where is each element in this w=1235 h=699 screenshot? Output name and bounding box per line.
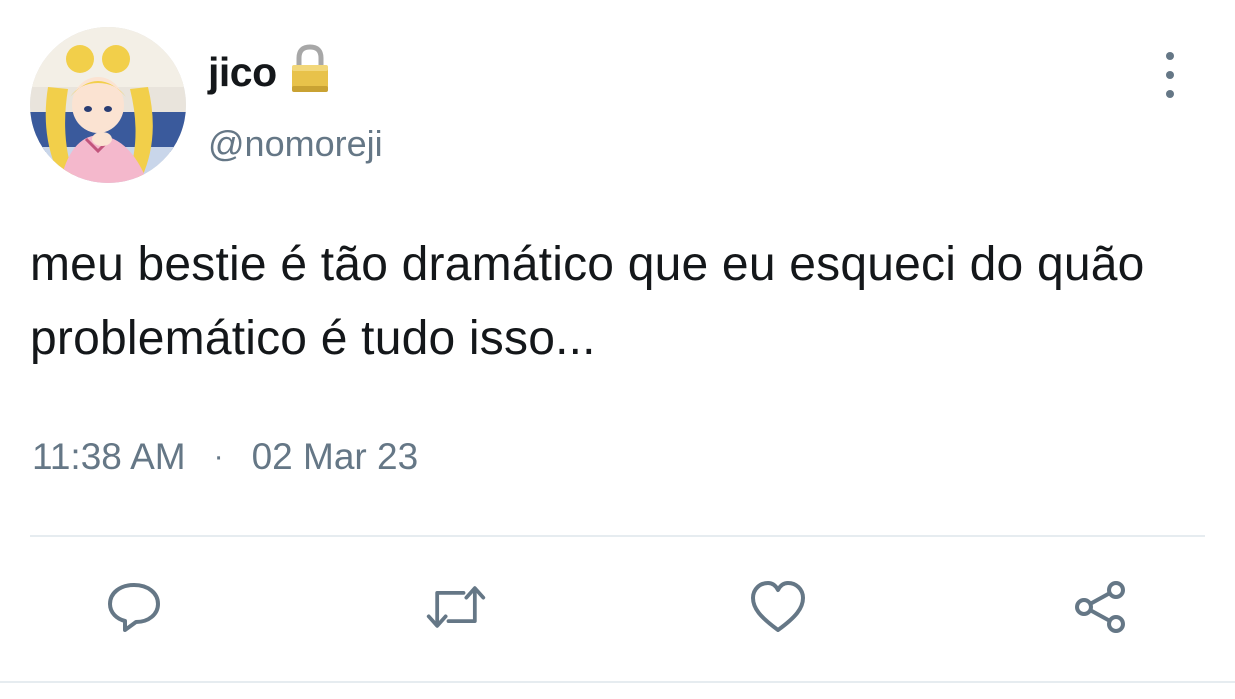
share-button[interactable] [1068, 575, 1132, 639]
heart-icon [751, 581, 805, 632]
retweet-button[interactable] [424, 575, 488, 639]
like-button[interactable] [746, 575, 810, 639]
user-handle[interactable]: @nomoreji [208, 126, 383, 162]
user-name-row: jico [208, 44, 331, 94]
divider [30, 535, 1205, 537]
reply-button[interactable] [102, 575, 166, 639]
display-name[interactable]: jico [208, 51, 277, 93]
share-icon [1075, 581, 1125, 633]
tweet-date[interactable]: 02 Mar 23 [252, 438, 419, 475]
tweet-meta: 11:38 AM · 02 Mar 23 [32, 438, 418, 475]
more-options-icon[interactable] [1150, 52, 1190, 98]
speech-bubble-icon [108, 583, 160, 632]
avatar[interactable] [30, 27, 186, 183]
action-bar [0, 575, 1235, 639]
lock-icon [289, 44, 331, 94]
more-dot [1166, 71, 1174, 79]
tweet-text: meu bestie é tão dramático que eu esquec… [30, 238, 1145, 365]
meta-separator: · [213, 439, 224, 473]
tweet-time[interactable]: 11:38 AM [32, 438, 186, 475]
tweet-card: jico @nomoreji meu bestie é tão dramátic… [0, 0, 1235, 699]
avatar-image [30, 27, 186, 183]
more-dot [1166, 52, 1174, 60]
more-dot [1166, 90, 1174, 98]
bottom-divider [0, 681, 1235, 683]
retweet-icon [426, 586, 486, 628]
